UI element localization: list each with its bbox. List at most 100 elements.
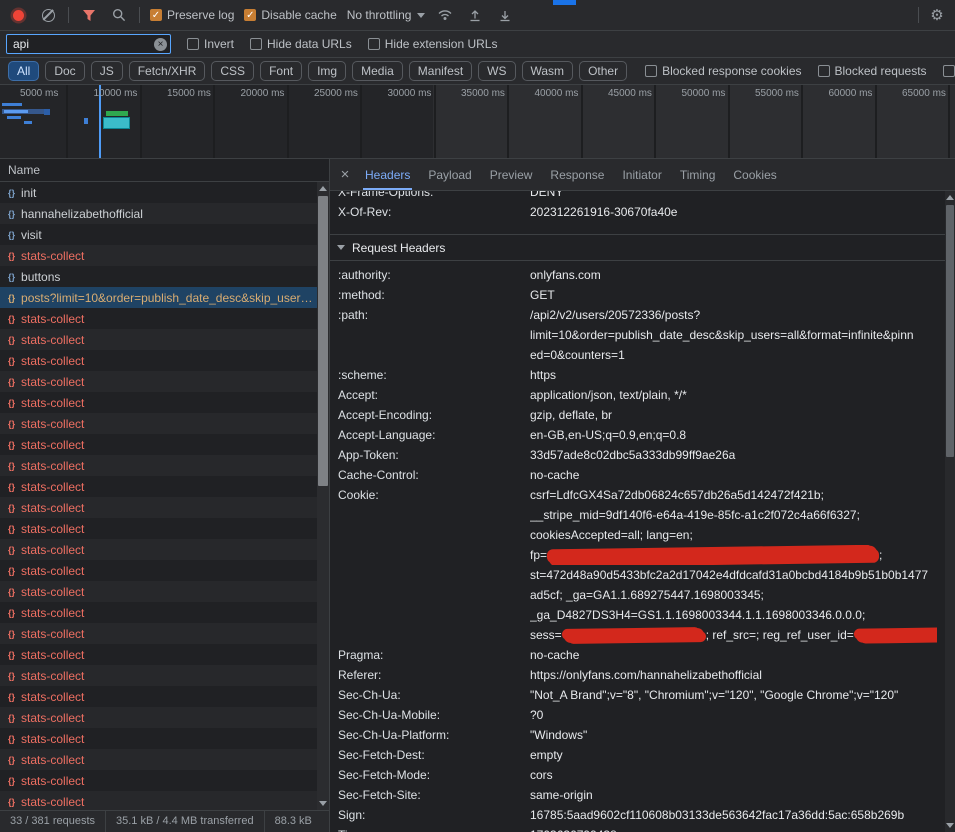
checkbox-3rd-party-requests[interactable]: 3rd-party requests <box>943 64 955 78</box>
request-row[interactable]: {}stats-collect <box>0 539 317 560</box>
network-conditions-icon <box>437 9 453 21</box>
details-scrollbar[interactable] <box>945 191 955 832</box>
script-braces-icon: {} <box>8 629 15 639</box>
scroll-down-arrow[interactable] <box>946 823 954 828</box>
request-row[interactable]: {}stats-collect <box>0 707 317 728</box>
scrollbar-thumb[interactable] <box>318 196 328 486</box>
preserve-log-checkbox[interactable]: ✓ Preserve log <box>150 8 234 22</box>
header-row: Pragma:no-cache <box>330 645 945 665</box>
headers-top-rows: X-Frame-Options:DENYX-Of-Rev:20231226191… <box>330 191 945 222</box>
scroll-down-arrow[interactable] <box>319 801 327 806</box>
column-header-name[interactable]: Name <box>0 159 329 182</box>
request-headers-section-toggle[interactable]: Request Headers <box>330 234 945 261</box>
request-row[interactable]: {}stats-collect <box>0 518 317 539</box>
filter-pill-doc[interactable]: Doc <box>45 61 84 81</box>
filter-toggle-button[interactable] <box>79 5 99 25</box>
request-row[interactable]: {}stats-collect <box>0 623 317 644</box>
filter-pill-ws[interactable]: WS <box>478 61 515 81</box>
header-value-line: __stripe_mid=9df140f6-e64a-419e-85fc-a1c… <box>530 505 937 525</box>
tab-cookies[interactable]: Cookies <box>724 159 785 190</box>
filter-pill-media[interactable]: Media <box>352 61 403 81</box>
request-row[interactable]: {}stats-collect <box>0 770 317 791</box>
request-row[interactable]: {}buttons <box>0 266 317 287</box>
request-row[interactable]: {}stats-collect <box>0 497 317 518</box>
search-button[interactable] <box>109 5 129 25</box>
import-har-button[interactable] <box>465 5 485 25</box>
filter-pill-js[interactable]: JS <box>91 61 123 81</box>
tab-initiator[interactable]: Initiator <box>613 159 670 190</box>
request-row[interactable]: {}stats-collect <box>0 791 317 810</box>
request-row[interactable]: {}stats-collect <box>0 371 317 392</box>
checkbox-blocked-response-cookies[interactable]: Blocked response cookies <box>645 64 801 78</box>
request-row[interactable]: {}stats-collect <box>0 350 317 371</box>
throttling-dropdown[interactable]: No throttling <box>347 8 426 22</box>
request-name: stats-collect <box>21 606 317 620</box>
filter-pill-other[interactable]: Other <box>579 61 627 81</box>
checkbox-invert[interactable]: Invert <box>187 37 234 51</box>
filter-pill-font[interactable]: Font <box>260 61 302 81</box>
header-row: :method:GET <box>330 285 945 305</box>
header-value: cors <box>530 765 937 785</box>
request-name: stats-collect <box>21 564 317 578</box>
request-list-scrollbar[interactable] <box>317 182 329 810</box>
request-row[interactable]: {}stats-collect <box>0 602 317 623</box>
scrollbar-thumb[interactable] <box>946 205 954 457</box>
tab-preview[interactable]: Preview <box>481 159 542 190</box>
request-row[interactable]: {}hannahelizabethofficial <box>0 203 317 224</box>
request-row[interactable]: {}init <box>0 182 317 203</box>
close-details-button[interactable]: × <box>334 166 356 183</box>
scroll-up-arrow[interactable] <box>946 195 954 200</box>
request-row[interactable]: {}stats-collect <box>0 455 317 476</box>
request-row[interactable]: {}stats-collect <box>0 308 317 329</box>
header-name: :authority: <box>338 265 530 285</box>
timeline-overview[interactable]: 5000 ms10000 ms15000 ms20000 ms25000 ms3… <box>0 85 955 159</box>
request-row[interactable]: {}stats-collect <box>0 644 317 665</box>
header-value-line: 16785:5aad9602cf110608b03133de563642fac1… <box>530 805 937 825</box>
header-value-text: ; ref_src=; reg_ref_user_id= <box>706 628 854 642</box>
request-row[interactable]: {}stats-collect <box>0 245 317 266</box>
toolbar-divider <box>139 7 140 23</box>
clear-filter-icon[interactable]: × <box>154 38 167 51</box>
filter-pill-fetch-xhr[interactable]: Fetch/XHR <box>129 61 206 81</box>
checkbox-blocked-requests[interactable]: Blocked requests <box>818 64 927 78</box>
request-row[interactable]: {}stats-collect <box>0 749 317 770</box>
tab-headers[interactable]: Headers <box>356 159 419 190</box>
request-row[interactable]: {}stats-collect <box>0 476 317 497</box>
filter-pill-all[interactable]: All <box>8 61 39 81</box>
export-har-button[interactable] <box>495 5 515 25</box>
header-name: Cookie: <box>338 485 530 645</box>
settings-button[interactable]: ⚙ <box>927 5 947 25</box>
browser-highlight-bar <box>553 0 576 5</box>
script-braces-icon: {} <box>8 734 15 744</box>
tab-response[interactable]: Response <box>541 159 613 190</box>
request-row[interactable]: {}stats-collect <box>0 581 317 602</box>
network-conditions-button[interactable] <box>435 5 455 25</box>
request-row[interactable]: {}stats-collect <box>0 413 317 434</box>
request-row[interactable]: {}stats-collect <box>0 665 317 686</box>
disable-cache-checkbox[interactable]: ✓ Disable cache <box>244 8 336 22</box>
filter-pill-manifest[interactable]: Manifest <box>409 61 472 81</box>
checkbox-hide-data-urls[interactable]: Hide data URLs <box>250 37 352 51</box>
checkbox-hide-extension-urls[interactable]: Hide extension URLs <box>368 37 498 51</box>
headers-content: X-Frame-Options:DENYX-Of-Rev:20231226191… <box>330 191 955 832</box>
filter-pill-css[interactable]: CSS <box>211 61 254 81</box>
filter-pill-img[interactable]: Img <box>308 61 346 81</box>
request-row[interactable]: {}visit <box>0 224 317 245</box>
request-row[interactable]: {}stats-collect <box>0 686 317 707</box>
record-button[interactable] <box>8 5 28 25</box>
header-name: App-Token: <box>338 445 530 465</box>
request-row[interactable]: {}stats-collect <box>0 728 317 749</box>
scroll-up-arrow[interactable] <box>319 186 327 191</box>
filter-pill-wasm[interactable]: Wasm <box>522 61 574 81</box>
request-row[interactable]: {}stats-collect <box>0 329 317 350</box>
tab-timing[interactable]: Timing <box>671 159 725 190</box>
filter-input[interactable] <box>6 34 171 54</box>
header-value: csrf=LdfcGX4Sa72db06824c657db26a5d142472… <box>530 485 937 645</box>
request-row[interactable]: {}posts?limit=10&order=publish_date_desc… <box>0 287 317 308</box>
tab-payload[interactable]: Payload <box>419 159 480 190</box>
request-row[interactable]: {}stats-collect <box>0 392 317 413</box>
clear-button[interactable] <box>38 5 58 25</box>
request-row[interactable]: {}stats-collect <box>0 560 317 581</box>
checkbox-label: Hide data URLs <box>267 37 352 51</box>
request-row[interactable]: {}stats-collect <box>0 434 317 455</box>
